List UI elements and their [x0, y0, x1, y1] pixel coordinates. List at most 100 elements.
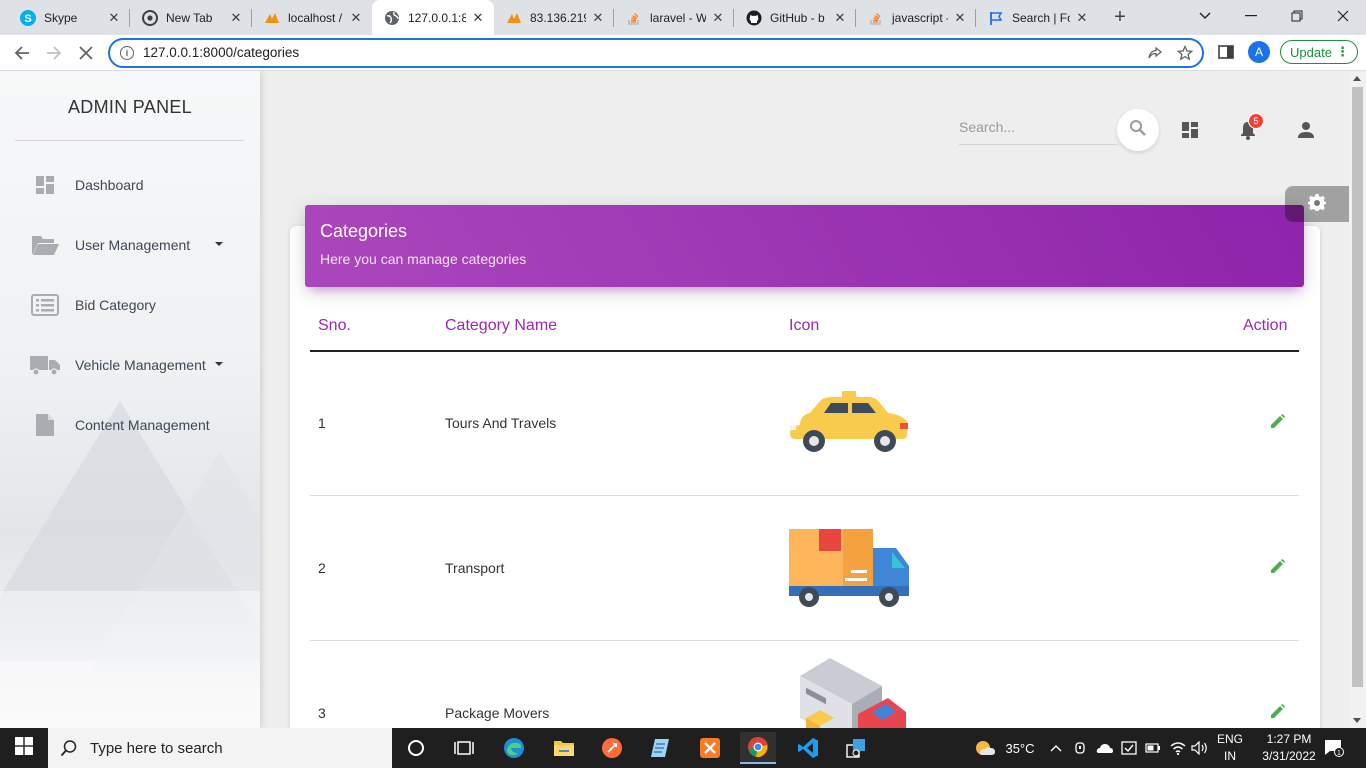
table-cell-name: Package Movers: [445, 705, 550, 721]
row-divider: [310, 495, 1299, 496]
snipping-tool-icon[interactable]: [838, 732, 874, 764]
close-icon[interactable]: ✕: [348, 10, 364, 26]
moving-truck-icon: [788, 656, 910, 728]
security-icon[interactable]: [1119, 728, 1139, 768]
close-icon[interactable]: ✕: [952, 10, 968, 26]
windows-taskbar: Type here to search 35°C ENG IN 1:27 PM …: [0, 728, 1366, 768]
sidebar-item-dashboard[interactable]: Dashboard: [28, 167, 243, 203]
table-cell-name: Tours And Travels: [445, 415, 557, 431]
postman-icon[interactable]: [594, 732, 630, 764]
scroll-up-arrow-icon[interactable]: [1353, 76, 1361, 81]
region-code: IN: [1224, 749, 1236, 763]
sidebar-item-vehicle-management[interactable]: Vehicle Management: [28, 347, 243, 383]
profile-avatar[interactable]: A: [1248, 41, 1270, 63]
sidebar-item-content-management[interactable]: Content Management: [28, 407, 243, 443]
wifi-icon[interactable]: [1167, 728, 1189, 768]
close-icon[interactable]: ✕: [710, 10, 726, 26]
tab-label: Search | Fo: [1012, 10, 1070, 25]
browser-tab-83-136[interactable]: 83.136.219 ✕: [494, 0, 614, 35]
minimize-button[interactable]: [1228, 0, 1274, 32]
edit-button[interactable]: [1268, 414, 1286, 433]
page-scrollbar[interactable]: [1349, 71, 1366, 728]
start-button[interactable]: [0, 728, 48, 768]
site-info-icon[interactable]: i: [120, 46, 134, 60]
weather-sun-icon[interactable]: [972, 728, 998, 768]
sidebar-item-bid-category[interactable]: Bid Category: [28, 287, 243, 323]
browser-tab-new-tab[interactable]: New Tab ✕: [130, 0, 252, 35]
edit-button[interactable]: [1268, 704, 1286, 723]
search-button[interactable]: [1117, 109, 1159, 151]
language-code: ENG: [1216, 732, 1243, 746]
windows-logo-icon: [15, 736, 33, 760]
browser-tab-skype[interactable]: S Skype ✕: [8, 0, 130, 35]
taskbar-clock[interactable]: 1:27 PM 3/31/2022: [1250, 731, 1328, 765]
side-panel-icon[interactable]: [1217, 43, 1235, 61]
svg-text:S: S: [24, 13, 31, 25]
stackoverflow-icon: [868, 10, 884, 26]
browser-tab-laravel[interactable]: laravel - W ✕: [614, 0, 734, 35]
close-icon[interactable]: ✕: [590, 10, 606, 26]
forward-button[interactable]: [40, 39, 68, 67]
scrollbar-thumb[interactable]: [1352, 87, 1363, 687]
vscode-icon[interactable]: [790, 732, 826, 764]
action-center-icon[interactable]: 1: [1322, 728, 1346, 768]
search-icon: [60, 739, 78, 757]
chrome-icon: [142, 9, 158, 26]
table-cell-name: Transport: [445, 560, 505, 576]
sidebar-item-user-management[interactable]: User Management: [28, 227, 243, 263]
tab-search-chevron-icon[interactable]: [1182, 0, 1228, 32]
fixed-plugin-settings[interactable]: [1285, 186, 1349, 222]
input-language[interactable]: ENG IN: [1212, 731, 1248, 765]
file-explorer-icon[interactable]: [546, 732, 582, 764]
battery-icon[interactable]: [1143, 728, 1163, 768]
chrome-taskbar-icon[interactable]: [740, 732, 776, 764]
browser-tab-javascript[interactable]: javascript - ✕: [856, 0, 976, 35]
stop-loading-button[interactable]: [72, 39, 100, 67]
meet-now-icon[interactable]: [1071, 728, 1089, 768]
menu-dots-icon[interactable]: ⋮: [1336, 44, 1349, 60]
sidebar-item-label: Bid Category: [75, 297, 156, 313]
show-hidden-icons-icon[interactable]: [1048, 728, 1064, 768]
phpmyadmin-icon: [264, 10, 280, 26]
taskbar-search-box[interactable]: Type here to search: [48, 728, 392, 768]
table-cell-sno: 1: [318, 415, 326, 431]
xampp-icon[interactable]: [692, 732, 728, 764]
edge-browser-icon[interactable]: [496, 732, 532, 764]
share-icon[interactable]: [1146, 44, 1164, 62]
user-account-icon[interactable]: [1294, 118, 1318, 142]
close-icon[interactable]: ✕: [106, 10, 122, 26]
browser-tab-search[interactable]: Search | Fo ✕: [976, 0, 1098, 35]
onedrive-cloud-icon[interactable]: [1095, 728, 1115, 768]
close-icon[interactable]: ✕: [228, 10, 244, 26]
url-text[interactable]: 127.0.0.1:8000/categories: [143, 45, 299, 60]
browser-tab-active[interactable]: 127.0.0.1:8 ✕: [372, 0, 494, 35]
task-view-icon[interactable]: [446, 732, 482, 764]
close-icon[interactable]: ✕: [1074, 10, 1090, 26]
notepad-icon[interactable]: [642, 732, 678, 764]
search-input[interactable]: [959, 111, 1117, 143]
sidebar-item-label: Vehicle Management: [75, 357, 206, 373]
browser-tab-github[interactable]: GitHub - b ✕: [734, 0, 856, 35]
page-content: ADMIN PANEL Dashboard User Management Bi…: [0, 71, 1366, 728]
new-tab-button[interactable]: +: [1108, 5, 1132, 29]
bookmark-star-icon[interactable]: [1176, 44, 1194, 62]
scroll-down-arrow-icon[interactable]: [1353, 718, 1361, 723]
back-button[interactable]: [8, 39, 36, 67]
column-header-category-name: Category Name: [445, 317, 558, 334]
restore-button[interactable]: [1274, 0, 1320, 32]
chrome-update-button[interactable]: Update ⋮: [1280, 40, 1358, 64]
volume-icon[interactable]: [1189, 728, 1211, 768]
edit-button[interactable]: [1268, 559, 1286, 578]
skype-icon: S: [20, 9, 36, 26]
close-window-button[interactable]: [1320, 0, 1366, 32]
page-subtitle: Here you can manage categories: [320, 251, 527, 267]
sidebar: ADMIN PANEL Dashboard User Management Bi…: [0, 71, 260, 728]
close-icon[interactable]: ✕: [832, 10, 848, 26]
cortana-icon[interactable]: [398, 732, 434, 764]
browser-tab-localhost[interactable]: localhost / ✕: [252, 0, 372, 35]
address-bar[interactable]: i 127.0.0.1:8000/categories: [108, 38, 1204, 68]
brand-title[interactable]: ADMIN PANEL: [0, 97, 260, 118]
temperature-text[interactable]: 35°C: [1000, 728, 1040, 768]
close-icon[interactable]: ✕: [470, 10, 486, 26]
dashboard-grid-icon[interactable]: [1178, 118, 1202, 142]
